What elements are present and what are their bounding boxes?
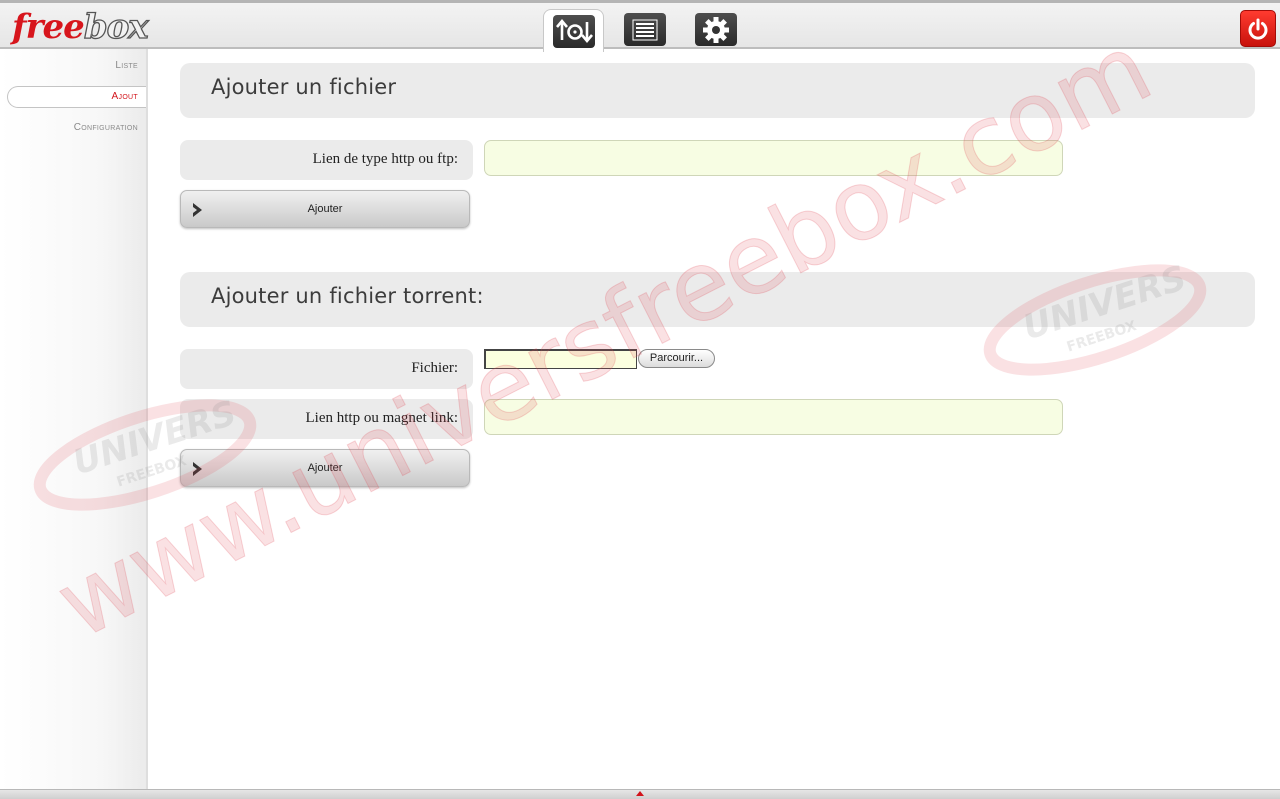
upload-download-icon <box>552 14 595 48</box>
browse-button[interactable]: Parcourir... <box>638 349 715 368</box>
tab-files[interactable] <box>614 9 675 50</box>
tab-settings[interactable] <box>685 9 746 50</box>
power-button[interactable] <box>1240 10 1276 47</box>
section-header-add-torrent: Ajouter un fichier torrent: <box>180 272 1255 327</box>
sidebar-item-ajout[interactable]: Ajout <box>7 86 146 108</box>
add-torrent-button[interactable]: Ajouter <box>180 449 470 487</box>
section-title: Ajouter un fichier torrent: <box>211 284 484 308</box>
list-icon <box>623 13 666 46</box>
section-header-add-file: Ajouter un fichier <box>180 63 1255 118</box>
file-input[interactable] <box>484 349 637 369</box>
bottom-bar <box>0 789 1280 799</box>
add-url-button[interactable]: Ajouter <box>180 190 470 228</box>
magnet-input[interactable] <box>484 399 1063 435</box>
add-url-button-label: Ajouter <box>307 203 343 215</box>
file-label: Fichier: <box>180 349 473 389</box>
freebox-logo[interactable]: free box <box>12 6 149 47</box>
power-icon <box>1248 18 1268 40</box>
tab-downloads[interactable] <box>543 9 604 52</box>
main-tabs <box>543 9 756 52</box>
url-input[interactable] <box>484 140 1063 176</box>
sidebar-item-liste[interactable]: Liste <box>115 60 138 71</box>
url-label: Lien de type http ou ftp: <box>180 140 473 180</box>
expand-arrow-icon[interactable] <box>636 791 644 796</box>
add-torrent-button-label: Ajouter <box>307 462 343 474</box>
sidebar-item-configuration[interactable]: Configuration <box>74 122 138 133</box>
gear-icon <box>694 13 737 46</box>
chevron-right-icon <box>193 462 202 476</box>
section-title: Ajouter un fichier <box>211 75 397 99</box>
logo-free: free <box>12 7 85 47</box>
top-bar: free box <box>0 0 1280 52</box>
logo-box: box <box>83 6 149 47</box>
magnet-label: Lien http ou magnet link: <box>180 399 473 439</box>
sidebar: Liste Ajout Configuration <box>0 49 148 789</box>
chevron-right-icon <box>193 203 202 217</box>
